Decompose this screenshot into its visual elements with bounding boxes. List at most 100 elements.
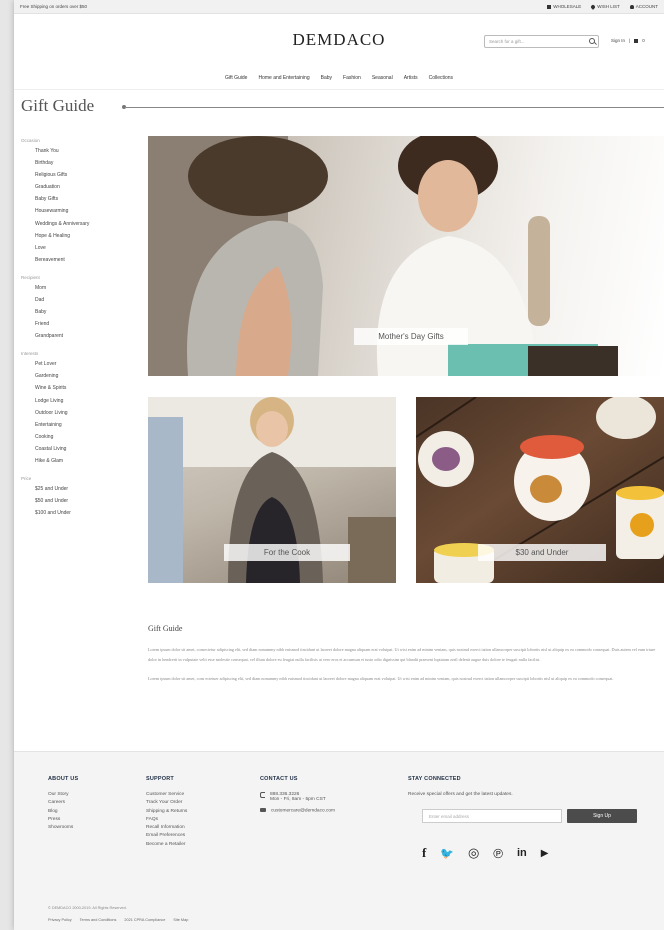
sidebar-item[interactable]: Hike & Glam [35, 458, 131, 464]
sidebar-item[interactable]: Lodge Living [35, 398, 131, 404]
sidebar-item[interactable]: Dad [35, 297, 131, 303]
wholesale-icon [547, 4, 552, 9]
sidebar-item[interactable]: Coastal Living [35, 446, 131, 452]
sidebar-item[interactable]: $100 and Under [35, 510, 131, 516]
sidebar-item[interactable]: Cooking [35, 434, 131, 440]
sidebar-item[interactable]: $50 and Under [35, 498, 131, 504]
mail-icon [260, 808, 266, 812]
tile-caption[interactable]: $30 and Under [478, 544, 606, 561]
legal-link[interactable]: 2021 CPRA Compliance [124, 918, 165, 922]
footer-link[interactable]: FAQs [146, 817, 187, 822]
email-address[interactable]: customercare@demdaco.com [271, 808, 335, 813]
sidebar: Occasion Thank You Birthday Religious Gi… [21, 138, 131, 528]
legal-link[interactable]: Privacy Policy [48, 918, 72, 922]
filter-group-recipient: Recipient Mom Dad Baby Friend Grandparen… [21, 275, 131, 339]
filter-heading: Occasion [21, 138, 40, 143]
cart-count[interactable]: 0 [642, 38, 645, 43]
sidebar-item[interactable]: Baby [35, 309, 131, 315]
pinterest-icon[interactable]: ℗ [493, 846, 503, 861]
sidebar-item[interactable]: Wine & Spirits [35, 385, 131, 391]
legal-link[interactable]: Site Map [173, 918, 188, 922]
title-rule [125, 107, 664, 108]
footer-link[interactable]: Recall Information [146, 825, 187, 830]
wish-list-link[interactable]: WISH LIST [590, 3, 620, 10]
sidebar-item[interactable]: Weddings & Anniversary [35, 221, 131, 227]
sidebar-item[interactable]: Friend [35, 321, 131, 327]
footer-link[interactable]: Careers [48, 800, 78, 805]
face-shape [418, 160, 478, 232]
sidebar-item[interactable]: Love [35, 245, 131, 251]
sidebar-item[interactable]: Graduation [35, 184, 131, 190]
nav-item-artists[interactable]: Artists [404, 75, 418, 81]
email-field[interactable]: Enter email address [422, 809, 562, 823]
account-link[interactable]: ACCOUNT [629, 4, 658, 9]
footer-col-stay: STAY CONNECTED Receive special offers an… [408, 776, 513, 800]
sidebar-item[interactable]: Baby Gifts [35, 196, 131, 202]
sidebar-item[interactable]: $25 and Under [35, 486, 131, 492]
sidebar-item[interactable]: Thank You [35, 148, 131, 154]
article-paragraph: Lorem ipsum dolor sit amet, cons ectetue… [148, 676, 614, 681]
sidebar-item[interactable]: Pet Lover [35, 361, 131, 367]
nav-item-collections[interactable]: Collections [429, 75, 453, 81]
facebook-icon[interactable]: f [422, 845, 426, 861]
footer-link[interactable]: Blog [48, 809, 78, 814]
sign-in-link[interactable]: Sign In [611, 38, 625, 43]
nav-item-fashion[interactable]: Fashion [343, 75, 361, 81]
nav-item-gift-guide[interactable]: Gift Guide [225, 75, 248, 81]
box-shape [528, 346, 618, 376]
sidebar-item[interactable]: Grandparent [35, 333, 131, 339]
nav-item-baby[interactable]: Baby [321, 75, 332, 81]
instagram-icon[interactable]: ◎ [468, 845, 479, 861]
footer-heading: SUPPORT [146, 776, 174, 782]
footer-link[interactable]: Become a Retailer [146, 842, 187, 847]
filter-group-occasion: Occasion Thank You Birthday Religious Gi… [21, 138, 131, 263]
sidebar-item[interactable]: Religious Gifts [35, 172, 131, 178]
footer-link[interactable]: Customer Service [146, 792, 187, 797]
footer-link[interactable]: Shipping & Returns [146, 809, 187, 814]
linkedin-icon[interactable]: in [517, 847, 527, 859]
youtube-icon[interactable]: ▶ [541, 848, 549, 859]
divider: | [629, 38, 631, 43]
footer-link[interactable]: Email Preferences [146, 833, 187, 838]
article-paragraph: Lorem ipsum dolor sit amet, consectetur … [148, 647, 656, 662]
tile-caption[interactable]: Mother's Day Gifts [354, 328, 468, 345]
social-icons: f 🐦 ◎ ℗ in ▶ [422, 845, 548, 861]
footer-link[interactable]: Showrooms [48, 825, 78, 830]
utility-links: WHOLESALE WISH LIST ACCOUNT [547, 3, 658, 10]
account-area: Sign In | 0 [611, 38, 645, 43]
page: Free Shipping on orders over $50 WHOLESA… [14, 0, 664, 930]
sidebar-item[interactable]: Birthday [35, 160, 131, 166]
footer: ABOUT US Our Story Careers Blog Press Sh… [14, 751, 664, 930]
mothers-day-tile[interactable]: Mother's Day Gifts [148, 136, 664, 376]
title-row: Gift Guide [14, 90, 664, 132]
footer-heading: ABOUT US [48, 776, 79, 782]
mug-art [432, 447, 460, 471]
contact-phone[interactable]: 888.336.3226 Mon - Fri, 8am - 5pm CST [260, 792, 335, 802]
filter-heading: Price [21, 475, 32, 481]
tile-caption[interactable]: For the Cook [224, 544, 350, 561]
sidebar-item[interactable]: Outdoor Living [35, 410, 131, 416]
sidebar-item[interactable]: Gardening [35, 373, 131, 379]
twitter-icon[interactable]: 🐦 [440, 847, 454, 860]
cart-icon[interactable] [634, 38, 639, 43]
for-the-cook-tile[interactable]: For the Cook [148, 397, 396, 583]
sidebar-item[interactable]: Housewarming [35, 208, 131, 214]
footer-link[interactable]: Our Story [48, 792, 78, 797]
contact-email[interactable]: customercare@demdaco.com [260, 808, 335, 813]
sidebar-item[interactable]: Bereavement [35, 257, 131, 263]
sign-up-button[interactable]: Sign Up [567, 809, 637, 823]
sidebar-item[interactable]: Mom [35, 285, 131, 291]
search-input[interactable]: Search for a gift... [484, 35, 599, 48]
sidebar-item[interactable]: Entertaining [35, 422, 131, 428]
mug-rim [616, 486, 664, 500]
search-icon[interactable] [589, 38, 595, 44]
footer-link[interactable]: Press [48, 817, 78, 822]
sidebar-item[interactable]: Hope & Healing [35, 233, 131, 239]
wholesale-link[interactable]: WHOLESALE [547, 4, 581, 9]
30-and-under-tile[interactable]: $30 and Under [416, 397, 664, 583]
header: DEMDACO Search for a gift... Sign In | 0 [14, 14, 664, 66]
nav-item-home[interactable]: Home and Entertaining [258, 75, 309, 81]
footer-link[interactable]: Track Your Order [146, 800, 187, 805]
nav-item-seasonal[interactable]: Seasonal [372, 75, 393, 81]
legal-link[interactable]: Terms and Conditions [80, 918, 117, 922]
